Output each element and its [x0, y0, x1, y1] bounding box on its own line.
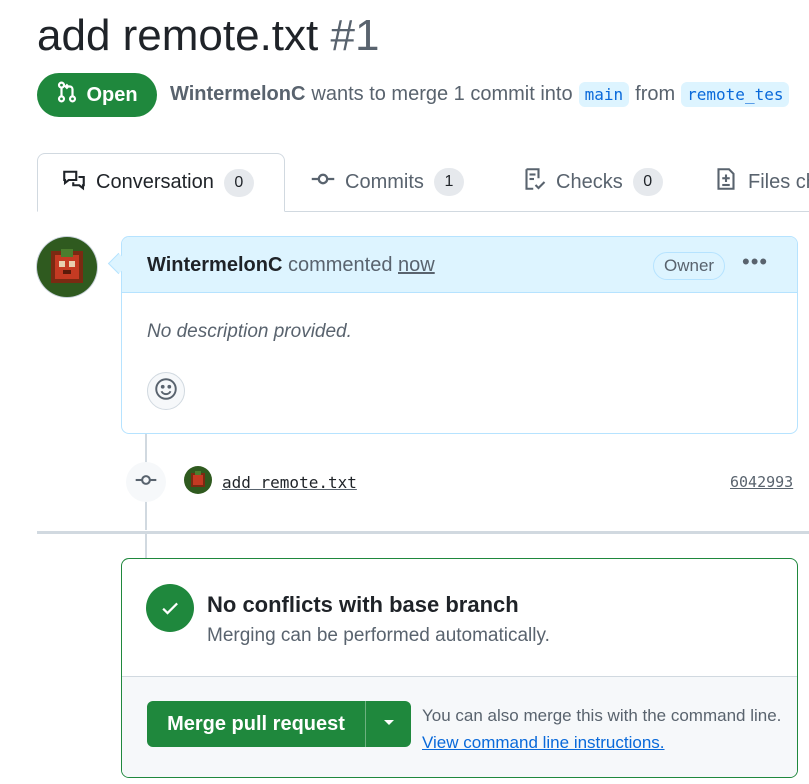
comment-author[interactable]: WintermelonC: [147, 254, 282, 276]
tab-commits[interactable]: Commits 1: [311, 153, 464, 211]
tab-label: Files ch: [748, 170, 809, 193]
kebab-horizontal-icon[interactable]: •••: [742, 249, 768, 275]
pr-title: add remote.txt #1: [37, 8, 379, 64]
file-diff-icon: [714, 167, 738, 197]
owner-badge: Owner: [653, 252, 726, 280]
git-commit-icon: [135, 469, 157, 496]
pr-title-text: add remote.txt: [37, 11, 319, 60]
comment-box: WintermelonC commented now Owner ••• No …: [121, 236, 798, 434]
comment-body: No description provided.: [147, 321, 352, 342]
timeline-line: [145, 534, 147, 560]
comment-action: commented: [287, 254, 393, 276]
merge-button-group: Merge pull request: [147, 701, 411, 747]
triangle-down-icon: [382, 715, 396, 733]
tab-conversation[interactable]: Conversation 0: [37, 153, 285, 212]
commit-sha-link[interactable]: 6042993: [730, 473, 793, 491]
pr-number: #1: [330, 11, 380, 60]
smiley-icon: [154, 377, 178, 406]
merge-box: No conflicts with base branch Merging ca…: [121, 558, 798, 778]
commit-message-link[interactable]: add remote.txt: [222, 473, 357, 492]
state-label: Open: [86, 83, 138, 106]
command-line-instructions-link[interactable]: View command line instructions.: [422, 733, 665, 752]
check-icon: [146, 584, 194, 632]
comment-timestamp[interactable]: now: [398, 254, 435, 276]
commit-author-avatar[interactable]: [184, 466, 212, 494]
merge-pull-request-button[interactable]: Merge pull request: [147, 701, 366, 747]
state-badge: Open: [37, 73, 157, 117]
add-reaction-button[interactable]: [147, 372, 185, 410]
merge-status-title: No conflicts with base branch: [207, 592, 519, 617]
merge-hint: You can also merge this with the command…: [422, 702, 782, 756]
timeline-commit-node: [126, 462, 166, 502]
tab-counter: 0: [632, 168, 663, 196]
tab-counter: 1: [433, 168, 464, 196]
merge-hint-text: You can also merge this with the command…: [422, 706, 782, 725]
merge-status-subtitle: Merging can be performed automatically.: [207, 625, 550, 646]
comment-author-line: WintermelonC commented now: [147, 254, 435, 277]
tab-label: Checks: [556, 170, 623, 193]
tab-label: Conversation: [96, 171, 214, 193]
tab-counter: 0: [223, 168, 254, 197]
git-pull-request-icon: [56, 81, 78, 109]
from-text: from: [635, 83, 676, 105]
tab-files-changed[interactable]: Files ch: [714, 153, 809, 211]
base-branch[interactable]: main: [578, 82, 630, 107]
tab-checks[interactable]: Checks 0: [522, 153, 663, 211]
tab-label: Commits: [345, 170, 424, 193]
pr-meta: WintermelonC wants to merge 1 commit int…: [170, 82, 790, 107]
head-branch[interactable]: remote_tes: [681, 82, 790, 107]
avatar[interactable]: [37, 237, 97, 297]
checklist-icon: [522, 167, 546, 197]
git-commit-icon: [311, 167, 335, 197]
comment-discussion-icon: [62, 168, 86, 198]
timeline-divider: [37, 531, 809, 534]
pr-author-link[interactable]: WintermelonC: [170, 83, 305, 106]
merge-text: wants to merge 1 commit into: [311, 83, 573, 105]
merge-options-dropdown[interactable]: [366, 701, 411, 747]
